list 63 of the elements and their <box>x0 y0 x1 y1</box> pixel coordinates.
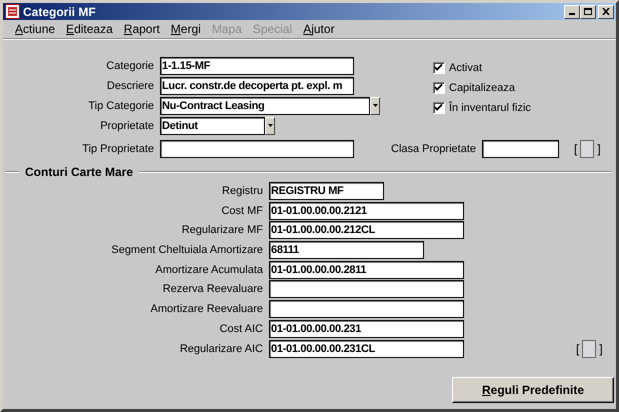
ownership-dropdown[interactable]: Detinut <box>160 116 265 134</box>
account-field[interactable] <box>269 300 464 318</box>
bracket-text: ] <box>597 142 601 156</box>
property-class-field[interactable] <box>482 140 559 158</box>
check-icon <box>434 63 444 71</box>
account-field[interactable]: REGISTRU MF <box>269 182 384 200</box>
account-label: Cost AIC <box>218 322 264 335</box>
account-field[interactable]: 01-01.00.00.00.212CL <box>269 221 464 240</box>
default-rules-button[interactable]: Reguli Predefinite <box>452 376 614 402</box>
dropdown-button[interactable] <box>265 116 275 134</box>
account-field[interactable]: 01-01.00.00.00.2121 <box>269 202 464 220</box>
account-label: Registru <box>221 185 264 197</box>
bracket-text: ] <box>599 342 603 356</box>
menu-item[interactable]: Mergi <box>166 22 208 36</box>
close-button[interactable] <box>598 4 614 18</box>
caret-icon <box>372 104 378 107</box>
account-label: Regularizare MF <box>180 224 264 236</box>
account-field[interactable]: 01-01.00.00.00.231 <box>269 320 464 338</box>
checkbox-label: În inventarul fizic <box>449 102 531 114</box>
maximize-button[interactable] <box>580 4 596 18</box>
check-icon <box>434 83 444 91</box>
flex-field-button[interactable] <box>580 140 594 158</box>
menu-item[interactable]: Ajutor <box>299 22 342 36</box>
checkbox[interactable] <box>433 82 445 94</box>
account-label: Regularizare AIC <box>178 342 264 354</box>
menu-item[interactable]: Actiune <box>11 22 62 36</box>
category-type-label: Tip Categorie <box>87 100 155 112</box>
account-field[interactable] <box>269 280 464 298</box>
category-type-dropdown[interactable]: Nu-Contract Leasing <box>160 96 370 114</box>
account-label: Segment Cheltuiala Amortizare <box>110 244 264 256</box>
account-label: Amortizare Acumulata <box>154 264 264 276</box>
account-field[interactable]: 68111 <box>269 241 424 260</box>
bracket-text: [ <box>574 142 578 156</box>
checkbox[interactable] <box>433 102 445 114</box>
bracket-text: [ <box>576 342 580 356</box>
ownership-type-label: Tip Proprietate <box>81 142 155 154</box>
description-label: Descriere <box>106 80 155 92</box>
caret-icon <box>268 124 272 127</box>
account-field[interactable]: 01-01.00.00.00.231CL <box>269 340 464 358</box>
minimize-button[interactable] <box>564 4 580 18</box>
app-icon <box>5 4 20 19</box>
checkbox[interactable] <box>433 62 445 74</box>
dropdown-button[interactable] <box>370 96 380 114</box>
menu-item[interactable]: Raport <box>120 22 167 36</box>
description-field[interactable]: Lucr. constr.de decoperta pt. expl. m <box>160 76 354 94</box>
checkbox-label: Activat <box>449 62 482 74</box>
ownership-label: Proprietate <box>99 120 155 132</box>
maximize-icon <box>584 8 592 15</box>
category-label: Categorie <box>105 60 155 72</box>
window-title: Categorii MF <box>23 4 96 18</box>
checkbox-label: Capitalizeaza <box>449 82 516 94</box>
property-class-label: Clasa Proprietate <box>390 142 477 154</box>
close-icon <box>602 8 610 15</box>
menu-item[interactable]: Editeaza <box>62 22 120 36</box>
account-label: Rezerva Reevaluare <box>162 283 264 296</box>
category-field[interactable]: 1-1.15-MF <box>160 56 354 74</box>
account-label: Cost MF <box>220 204 264 217</box>
account-label: Amortizare Reevaluare <box>150 303 264 316</box>
flex-field-button[interactable] <box>582 340 596 358</box>
ownership-type-field[interactable] <box>160 140 354 158</box>
section-title: Conturi Carte Mare <box>24 165 134 179</box>
check-icon <box>434 103 444 111</box>
account-field[interactable]: 01-01.00.00.00.2811 <box>269 260 464 279</box>
